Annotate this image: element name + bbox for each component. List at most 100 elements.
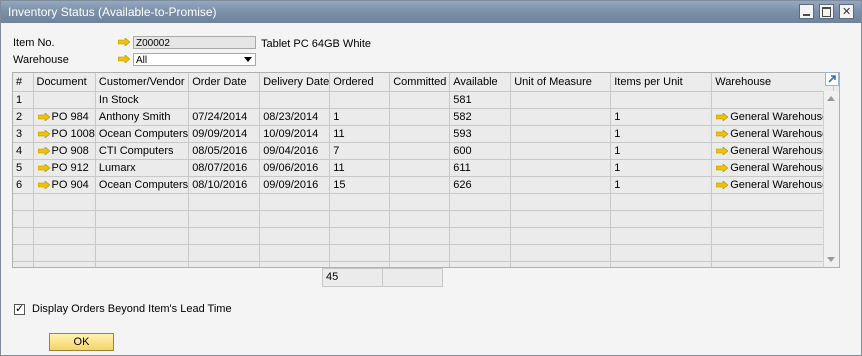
table-row[interactable]: 6 PO 904 Ocean Computers 08/10/2016 09/09/20… bbox=[13, 176, 835, 194]
link-arrow-icon[interactable] bbox=[716, 113, 729, 121]
table-row[interactable]: 2 PO 984 Anthony Smith 07/24/2014 08/23/2014… bbox=[13, 108, 835, 126]
empty-cell[interactable] bbox=[449, 210, 512, 228]
empty-cell[interactable] bbox=[13, 227, 34, 245]
col-header-delivery-date[interactable]: Delivery Date bbox=[259, 73, 331, 92]
committed-cell[interactable] bbox=[389, 91, 451, 109]
empty-cell[interactable] bbox=[329, 210, 391, 228]
col-header-document[interactable]: Document bbox=[33, 73, 96, 92]
committed-cell[interactable] bbox=[389, 176, 451, 194]
order-date-cell[interactable]: 09/09/2014 bbox=[188, 125, 261, 143]
delivery-date-cell[interactable]: 09/04/2016 bbox=[259, 142, 331, 160]
empty-cell[interactable] bbox=[13, 210, 34, 228]
empty-row[interactable] bbox=[13, 193, 835, 211]
empty-cell[interactable] bbox=[329, 244, 391, 262]
order-date-cell[interactable]: 08/05/2016 bbox=[188, 142, 261, 160]
expand-arrow-icon[interactable] bbox=[825, 72, 839, 86]
empty-cell[interactable] bbox=[329, 193, 391, 211]
link-arrow-icon[interactable] bbox=[37, 181, 50, 189]
empty-cell[interactable] bbox=[259, 244, 331, 262]
delivery-date-cell[interactable]: 10/09/2014 bbox=[259, 125, 331, 143]
link-arrow-icon[interactable] bbox=[37, 113, 50, 121]
committed-cell[interactable] bbox=[389, 125, 451, 143]
unit-of-measure-cell[interactable] bbox=[510, 159, 612, 177]
link-arrow-icon[interactable] bbox=[37, 130, 50, 138]
order-date-cell[interactable] bbox=[188, 91, 261, 109]
empty-cell[interactable] bbox=[610, 193, 713, 211]
committed-cell[interactable] bbox=[389, 108, 451, 126]
close-button[interactable] bbox=[839, 1, 854, 23]
empty-cell[interactable] bbox=[711, 193, 835, 211]
delivery-date-cell[interactable]: 08/23/2014 bbox=[259, 108, 331, 126]
ok-button[interactable]: OK bbox=[49, 333, 114, 351]
unit-of-measure-cell[interactable] bbox=[510, 91, 612, 109]
customer-vendor-cell[interactable]: In Stock bbox=[95, 91, 190, 109]
warehouse-cell[interactable] bbox=[711, 91, 835, 109]
document-cell[interactable]: PO 908 bbox=[33, 142, 96, 160]
row-number[interactable]: 3 bbox=[13, 125, 34, 143]
empty-cell[interactable] bbox=[95, 244, 190, 262]
scroll-up-icon[interactable] bbox=[827, 96, 835, 101]
empty-cell[interactable] bbox=[449, 227, 512, 245]
customer-vendor-cell[interactable]: Ocean Computers bbox=[95, 176, 190, 194]
link-arrow-icon[interactable] bbox=[716, 164, 729, 172]
col-header-warehouse[interactable]: Warehouse bbox=[711, 73, 835, 92]
item-no-field[interactable]: Z00002 bbox=[133, 36, 256, 49]
available-cell[interactable]: 600 bbox=[449, 142, 512, 160]
empty-cell[interactable] bbox=[95, 210, 190, 228]
delivery-date-cell[interactable]: 09/09/2016 bbox=[259, 176, 331, 194]
available-cell[interactable]: 611 bbox=[449, 159, 512, 177]
empty-cell[interactable] bbox=[711, 210, 835, 228]
empty-cell[interactable] bbox=[188, 193, 261, 211]
empty-cell[interactable] bbox=[95, 193, 190, 211]
empty-cell[interactable] bbox=[33, 261, 96, 267]
col-header-customer-vendor[interactable]: Customer/Vendor bbox=[95, 73, 190, 92]
available-cell[interactable]: 626 bbox=[449, 176, 512, 194]
empty-cell[interactable] bbox=[33, 193, 96, 211]
empty-cell[interactable] bbox=[711, 261, 835, 267]
empty-cell[interactable] bbox=[510, 210, 612, 228]
document-cell[interactable]: PO 1008 bbox=[33, 125, 96, 143]
customer-vendor-cell[interactable]: Lumarx bbox=[95, 159, 190, 177]
empty-row[interactable] bbox=[13, 244, 835, 262]
empty-cell[interactable] bbox=[329, 227, 391, 245]
ordered-cell[interactable]: 11 bbox=[329, 125, 391, 143]
unit-of-measure-cell[interactable] bbox=[510, 142, 612, 160]
empty-cell[interactable] bbox=[188, 244, 261, 262]
warehouse-dropdown[interactable]: All bbox=[133, 53, 256, 66]
empty-cell[interactable] bbox=[711, 227, 835, 245]
maximize-button[interactable] bbox=[819, 4, 834, 19]
empty-cell[interactable] bbox=[188, 261, 261, 267]
row-number[interactable]: 4 bbox=[13, 142, 34, 160]
row-number[interactable]: 1 bbox=[13, 91, 34, 109]
empty-cell[interactable] bbox=[449, 193, 512, 211]
link-arrow-icon[interactable] bbox=[716, 181, 729, 189]
col-header-available[interactable]: Available bbox=[449, 73, 512, 92]
empty-cell[interactable] bbox=[389, 227, 451, 245]
empty-cell[interactable] bbox=[610, 227, 713, 245]
empty-cell[interactable] bbox=[510, 244, 612, 262]
document-cell[interactable]: PO 904 bbox=[33, 176, 96, 194]
document-cell[interactable] bbox=[33, 91, 96, 109]
table-row[interactable]: 3 PO 1008 Ocean Computers 09/09/2014 10/09/2… bbox=[13, 125, 835, 143]
empty-cell[interactable] bbox=[188, 210, 261, 228]
ordered-cell[interactable]: 15 bbox=[329, 176, 391, 194]
items-per-unit-cell[interactable]: 1 bbox=[610, 159, 713, 177]
customer-vendor-cell[interactable]: Anthony Smith bbox=[95, 108, 190, 126]
customer-vendor-cell[interactable]: CTI Computers bbox=[95, 142, 190, 160]
warehouse-cell[interactable]: General Warehouse bbox=[711, 125, 835, 143]
warehouse-cell[interactable]: General Warehouse bbox=[711, 142, 835, 160]
col-header-order-date[interactable]: Order Date bbox=[188, 73, 261, 92]
link-arrow-icon[interactable] bbox=[716, 147, 729, 155]
ordered-cell[interactable]: 7 bbox=[329, 142, 391, 160]
display-orders-checkbox[interactable] bbox=[14, 302, 25, 315]
table-row[interactable]: 1 In Stock 581 bbox=[13, 91, 835, 109]
empty-cell[interactable] bbox=[510, 227, 612, 245]
warehouse-cell[interactable]: General Warehouse bbox=[711, 108, 835, 126]
empty-cell[interactable] bbox=[510, 261, 612, 267]
col-header-num[interactable]: # bbox=[13, 73, 34, 92]
empty-cell[interactable] bbox=[95, 227, 190, 245]
col-header-ordered[interactable]: Ordered bbox=[329, 73, 391, 92]
empty-cell[interactable] bbox=[259, 210, 331, 228]
empty-cell[interactable] bbox=[389, 193, 451, 211]
unit-of-measure-cell[interactable] bbox=[510, 125, 612, 143]
